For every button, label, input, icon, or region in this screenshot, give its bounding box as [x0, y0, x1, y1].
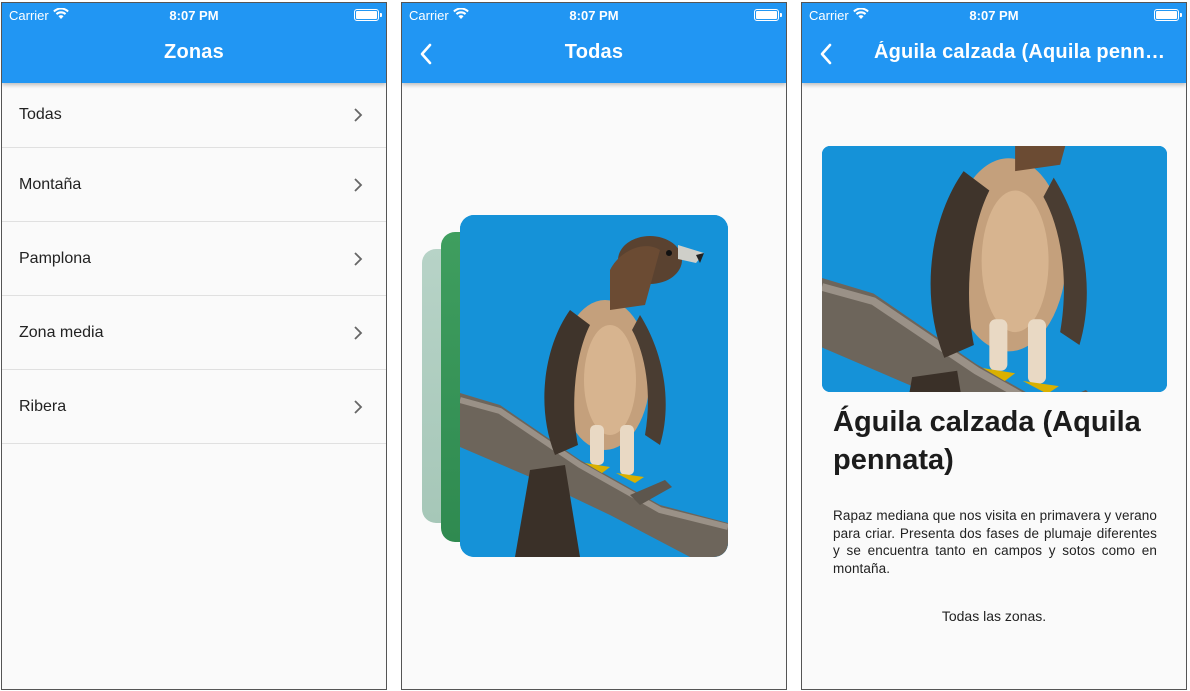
page-title: Todas — [564, 41, 624, 63]
zone-item-pamplona[interactable]: Pamplona — [2, 222, 386, 296]
bird-photo — [822, 146, 1167, 392]
zone-label: Montaña — [19, 175, 82, 193]
zone-list: Todas Montaña Pamplona Zona media Ribera — [2, 83, 386, 444]
status-time: 8:07 PM — [169, 8, 219, 23]
chevron-right-icon — [352, 399, 364, 415]
app-bar: Carrier 8:07 PM Zonas — [2, 3, 386, 83]
species-zones: Todas las zonas. — [941, 608, 1047, 624]
zone-label: Ribera — [19, 397, 67, 415]
back-button[interactable] — [812, 39, 840, 69]
species-card-aguila[interactable] — [460, 215, 728, 557]
page-title: Águila calzada (Aquila pennata) — [874, 41, 1170, 63]
species-name: Águila calzada (Aquila pennata) — [833, 406, 1141, 476]
app-bar: Carrier 8:07 PM Todas — [402, 3, 786, 83]
zone-item-ribera[interactable]: Ribera — [2, 370, 386, 444]
zone-label: Zona media — [19, 323, 104, 341]
battery-icon — [1154, 9, 1182, 21]
status-time: 8:07 PM — [569, 8, 619, 23]
battery-icon — [354, 9, 382, 21]
status-time: 8:07 PM — [969, 8, 1019, 23]
bird-photo — [460, 215, 728, 557]
app-bar: Carrier 8:07 PM Águila calzada (Aquila p… — [802, 3, 1186, 83]
species-photo — [822, 146, 1167, 392]
zones-screen: Carrier 8:07 PM Zonas Todas Montaña Pamp… — [1, 2, 387, 690]
zone-item-todas[interactable]: Todas — [2, 83, 386, 148]
zone-label: Todas — [19, 106, 62, 123]
chevron-right-icon — [352, 177, 364, 193]
chevron-right-icon — [352, 251, 364, 267]
battery-icon — [754, 9, 782, 21]
status-bar: Carrier 8:07 PM — [402, 3, 786, 27]
status-bar: Carrier 8:07 PM — [802, 3, 1186, 27]
zone-item-zona-media[interactable]: Zona media — [2, 296, 386, 370]
back-arrow-icon — [819, 43, 833, 65]
page-title: Zonas — [164, 41, 224, 63]
species-detail-screen: Carrier 8:07 PM Águila calzada (Aquila p… — [801, 2, 1187, 690]
status-bar: Carrier 8:07 PM — [2, 3, 386, 27]
chevron-right-icon — [352, 107, 364, 123]
species-carousel-screen: Carrier 8:07 PM Todas — [401, 2, 787, 690]
zone-label: Pamplona — [19, 249, 92, 267]
zone-item-montana[interactable]: Montaña — [2, 148, 386, 222]
species-description: Rapaz mediana que nos visita en primaver… — [833, 508, 1157, 576]
chevron-right-icon — [352, 325, 364, 341]
